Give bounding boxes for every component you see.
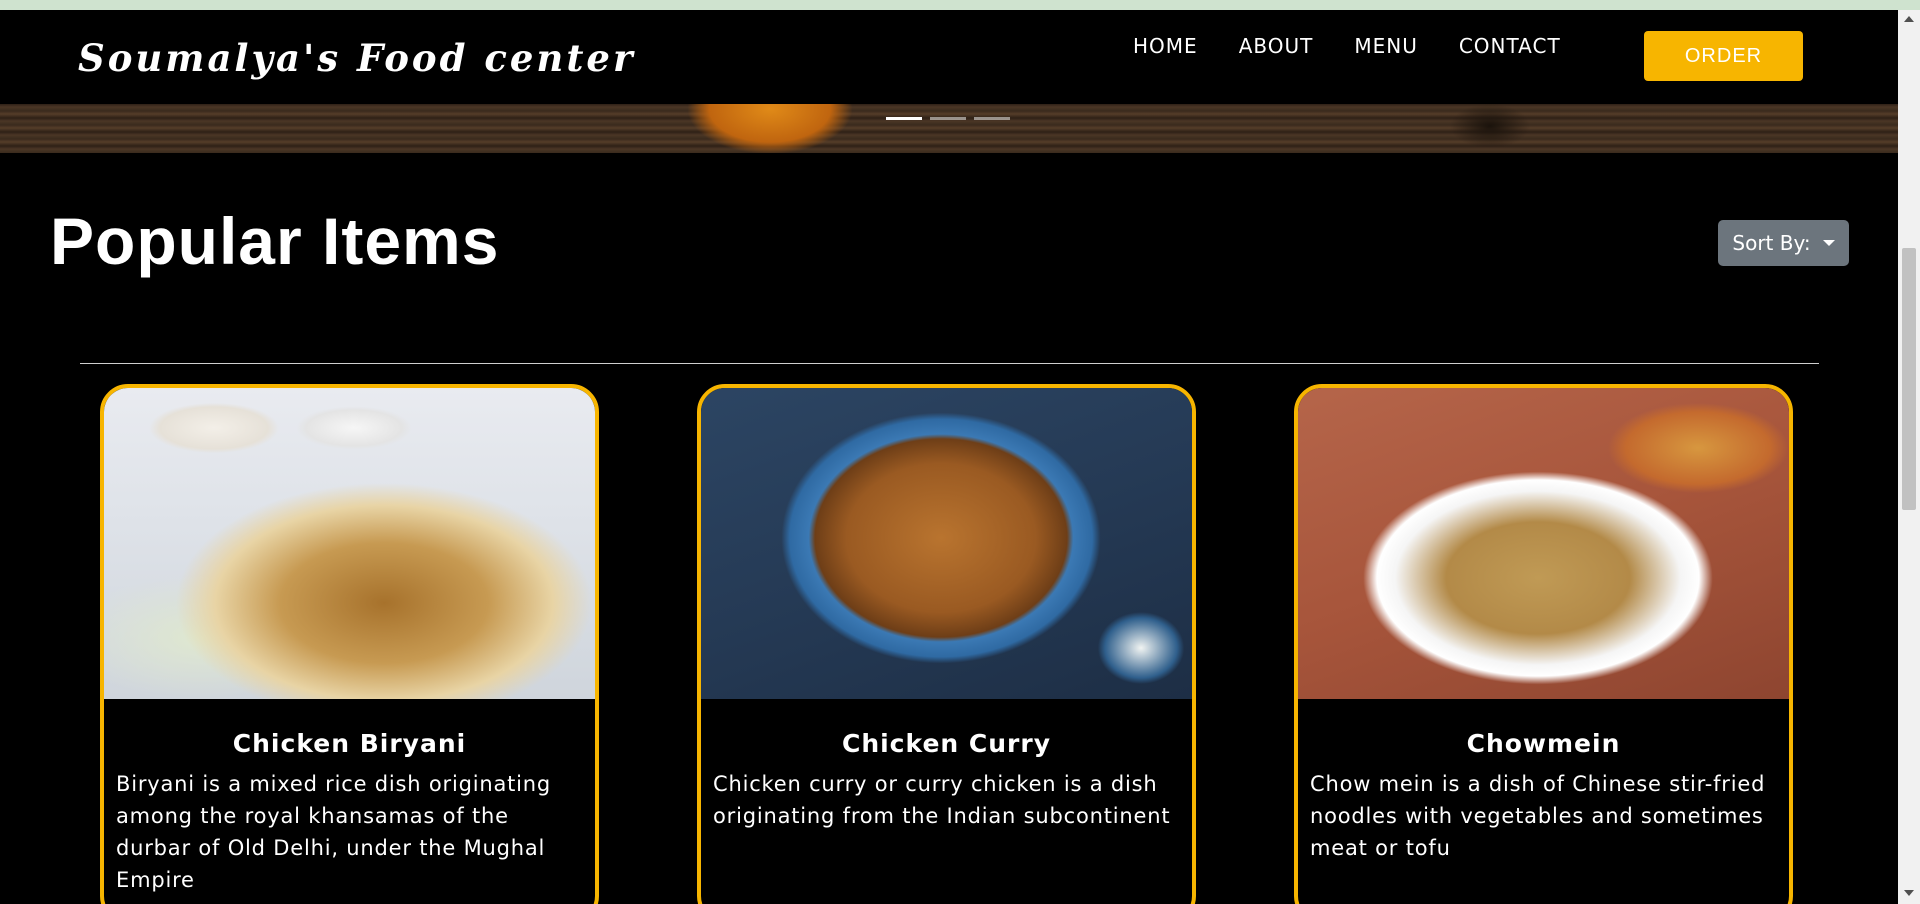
food-image-chowmein: [1298, 388, 1789, 699]
caret-down-icon: [1822, 240, 1835, 246]
food-image-chicken-biryani: [104, 388, 595, 699]
scroll-down-arrow-icon[interactable]: [1904, 890, 1914, 896]
food-card-chicken-biryani[interactable]: Chicken Biryani Biryani is a mixed rice …: [100, 384, 599, 904]
sort-by-label: Sort By:: [1732, 231, 1811, 255]
carousel-indicator-1[interactable]: [886, 117, 922, 120]
sort-by-dropdown[interactable]: Sort By:: [1718, 220, 1849, 266]
card-description: Chicken curry or curry chicken is a dish…: [713, 772, 1171, 828]
nav-link-about[interactable]: ABOUT: [1239, 34, 1314, 58]
page-viewport: Soumalya's Food center HOME ABOUT MENU C…: [0, 10, 1898, 904]
section-divider: [80, 363, 1819, 364]
nav-link-home[interactable]: HOME: [1133, 34, 1198, 58]
food-image-chicken-curry: [701, 388, 1192, 699]
card-title: Chicken Biryani: [232, 729, 467, 758]
card-title: Chowmein: [1466, 729, 1621, 758]
hero-carousel-strip: [0, 104, 1898, 153]
card-description: Biryani is a mixed rice dish originating…: [116, 772, 552, 892]
nav-links: HOME ABOUT MENU CONTACT: [1133, 34, 1561, 58]
nav-link-contact[interactable]: CONTACT: [1459, 34, 1561, 58]
brand-logo[interactable]: Soumalya's Food center: [78, 36, 635, 80]
order-button[interactable]: ORDER: [1644, 31, 1803, 81]
carousel-indicator-2[interactable]: [930, 117, 966, 120]
navbar: Soumalya's Food center HOME ABOUT MENU C…: [0, 10, 1898, 104]
scroll-up-arrow-icon[interactable]: [1904, 16, 1914, 22]
scrollbar-thumb[interactable]: [1902, 248, 1916, 510]
food-card-chicken-curry[interactable]: Chicken Curry Chicken curry or curry chi…: [697, 384, 1196, 904]
carousel-indicator-3[interactable]: [974, 117, 1010, 120]
page-scrollbar[interactable]: [1898, 10, 1920, 904]
card-description: Chow mein is a dish of Chinese stir-frie…: [1310, 772, 1766, 860]
carousel-indicators: [886, 117, 1010, 120]
card-title: Chicken Curry: [841, 729, 1052, 758]
browser-top-strip: [0, 0, 1920, 10]
food-card-chowmein[interactable]: Chowmein Chow mein is a dish of Chinese …: [1294, 384, 1793, 904]
section-title: Popular Items: [50, 204, 500, 278]
nav-link-menu[interactable]: MENU: [1354, 34, 1418, 58]
